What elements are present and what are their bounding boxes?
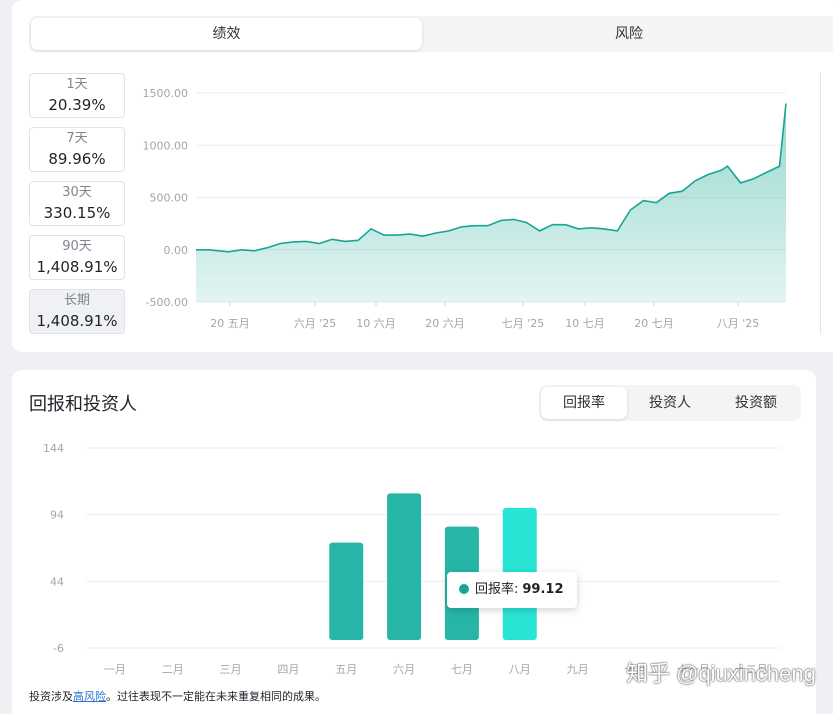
x-tick-label: 四月: [277, 663, 299, 676]
tab-return-rate[interactable]: 回报率: [541, 387, 627, 419]
watermark: 知乎 @qiuxincheng: [626, 661, 816, 686]
period-label: 30天: [62, 185, 92, 200]
y-tick-label: 1500.00: [143, 87, 189, 100]
x-tick-label: 一月: [104, 663, 126, 676]
x-tick-label: 20 六月: [425, 317, 465, 330]
series-area: [196, 103, 786, 302]
period-label: 长期: [63, 293, 90, 308]
risk-disclaimer: 投资涉及高风险。过往表现不一定能在未来重复相同的成果。: [29, 688, 326, 704]
period-value: 20.39%: [48, 96, 106, 114]
high-risk-link[interactable]: 高风险: [73, 690, 106, 703]
tab-risk[interactable]: 风险: [424, 18, 833, 50]
tab-investment-amount[interactable]: 投资额: [713, 387, 799, 419]
x-tick-label: 七月 '25: [502, 317, 545, 330]
tooltip-label: 回报率:: [475, 582, 519, 597]
section-title: 回报和投资人: [29, 394, 137, 415]
period-1d[interactable]: 1天 20.39%: [29, 73, 125, 118]
series-dot-icon: [459, 584, 469, 594]
disclaimer-suffix: 。过往表现不一定能在未来重复相同的成果。: [106, 690, 326, 703]
y-tick-label: -500.00: [146, 296, 188, 309]
period-all[interactable]: 长期 1,408.91%: [29, 289, 125, 334]
y-tick-label: 44: [50, 575, 64, 588]
divider: [820, 72, 821, 334]
y-tick-label: -6: [53, 642, 64, 655]
x-tick-label: 20 五月: [210, 317, 250, 330]
y-tick-label: 500.00: [150, 192, 189, 205]
metric-tab-bar: 回报率 投资人 投资额: [539, 385, 801, 421]
x-tick-label: 10 七月: [565, 317, 605, 330]
period-90d[interactable]: 90天 1,408.91%: [29, 235, 125, 280]
period-label: 90天: [62, 239, 92, 254]
period-label: 1天: [66, 77, 88, 92]
y-tick-label: 0.00: [164, 244, 189, 257]
period-label: 7天: [66, 131, 88, 146]
tab-performance[interactable]: 绩效: [31, 18, 422, 50]
y-tick-label: 144: [43, 442, 64, 455]
x-tick-label: 六月: [393, 663, 415, 676]
disclaimer-prefix: 投资涉及: [29, 690, 73, 703]
x-tick-label: 20 七月: [634, 317, 674, 330]
x-tick-label: 六月 '25: [294, 317, 337, 330]
x-tick-label: 九月: [567, 663, 589, 676]
x-tick-label: 10 六月: [356, 317, 396, 330]
bar-6: [387, 493, 422, 640]
period-value: 1,408.91%: [36, 258, 118, 276]
x-tick-label: 七月: [451, 663, 473, 676]
period-value: 89.96%: [48, 150, 106, 168]
top-tab-bar: 绩效 风险: [29, 16, 833, 52]
y-tick-label: 94: [50, 509, 64, 522]
period-30d[interactable]: 30天 330.15%: [29, 181, 125, 226]
tab-investors[interactable]: 投资人: [627, 387, 713, 419]
monthly-return-bar-chart[interactable]: 1449444-6一月 二月 三月 四月 五月 六月 七月 八月 九月 十月 十一月 十二月: [20, 436, 816, 681]
tooltip-value: 99.12: [522, 582, 564, 597]
x-tick-label: 五月: [335, 663, 357, 676]
x-tick-label: 二月: [162, 663, 184, 676]
period-value: 330.15%: [43, 204, 111, 222]
chart-tooltip: 回报率: 99.12: [447, 572, 577, 608]
x-tick-label: 八月: [509, 663, 531, 676]
performance-area-chart[interactable]: 1500.00 1000.00 500.00 0.00 -500.00 20 五月 六月 '…: [130, 66, 820, 346]
bar-5: [329, 542, 364, 640]
x-tick-label: 三月: [220, 663, 242, 676]
x-tick-label: 八月 '25: [717, 317, 760, 330]
period-value: 1,408.91%: [36, 312, 118, 330]
period-selector: 1天 20.39% 7天 89.96% 30天 330.15% 90天 1,40…: [29, 73, 125, 343]
period-7d[interactable]: 7天 89.96%: [29, 127, 125, 172]
y-tick-label: 1000.00: [143, 139, 189, 152]
